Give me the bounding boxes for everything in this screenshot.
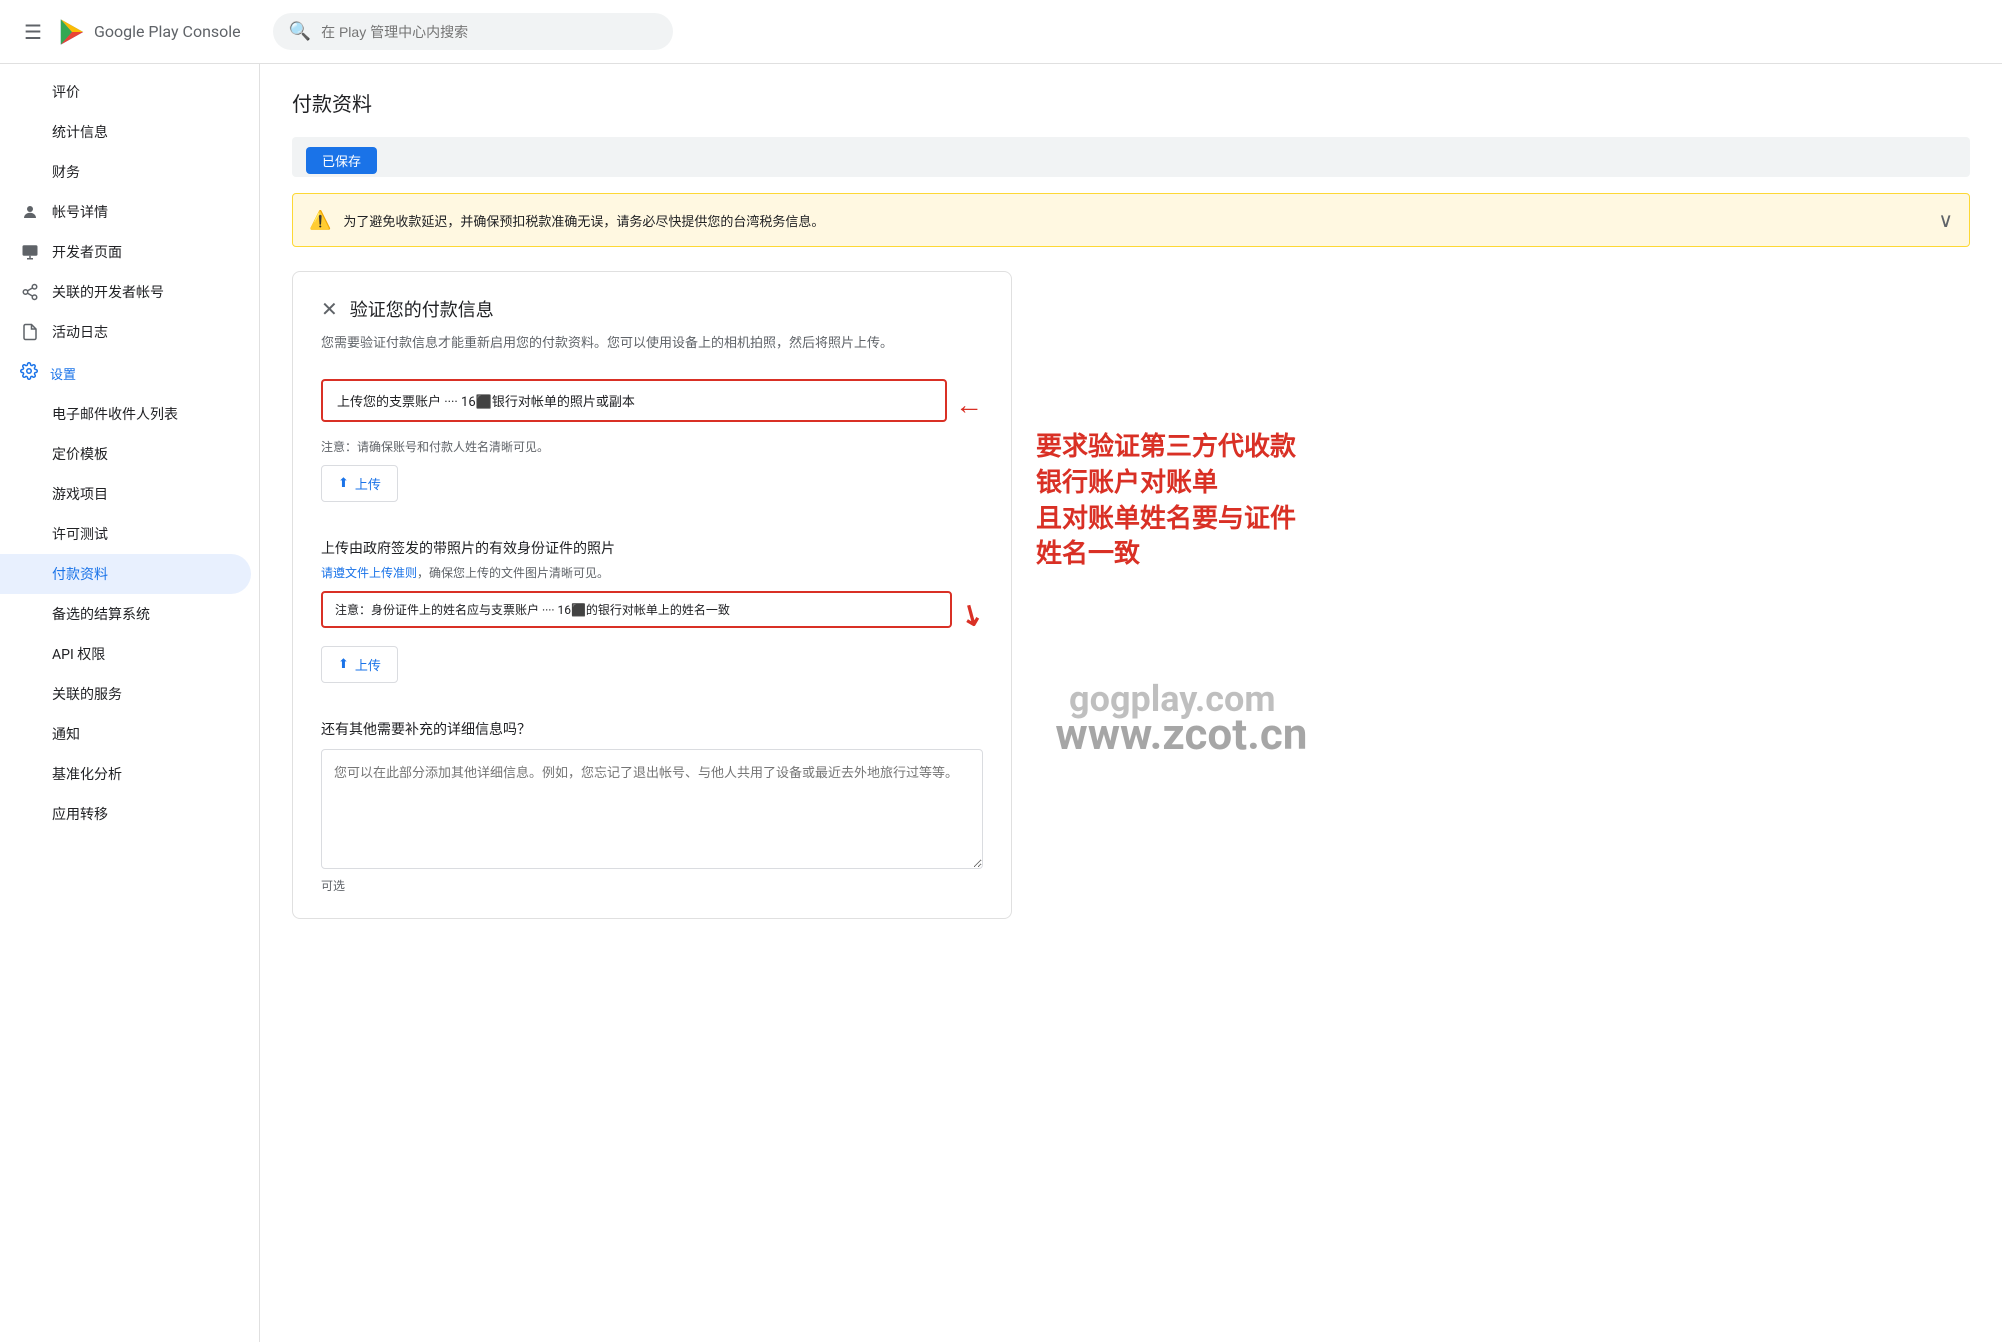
sidebar-item-account[interactable]: 帐号详情 xyxy=(0,192,251,232)
sidebar-item-transfer[interactable]: 应用转移 xyxy=(0,794,251,834)
sidebar-item-label: 关联的服务 xyxy=(52,684,122,704)
sidebar-item-email-list[interactable]: 电子邮件收件人列表 xyxy=(0,394,251,434)
sidebar-item-label: 付款资料 xyxy=(52,564,108,584)
upload-section-2: 上传由政府签发的带照片的有效身份证件的照片 请遵文件上传准则，确保您上传的文件图… xyxy=(321,538,983,699)
id-guideline-note: 请遵文件上传准则，确保您上传的文件图片清晰可见。 xyxy=(321,564,983,581)
additional-textarea[interactable] xyxy=(321,749,983,869)
sidebar-item-label: 关联的开发者帐号 xyxy=(52,282,164,302)
sidebar-item-label: 评价 xyxy=(52,82,80,102)
sidebar-item-label: 电子邮件收件人列表 xyxy=(52,404,178,424)
sidebar-item-billing[interactable]: 备选的结算系统 xyxy=(0,594,251,634)
logo-text: Google Play Console xyxy=(94,22,241,41)
sidebar: 评价 统计信息 财务 帐号详情 开发者页面 关联的开发者帐号 xyxy=(0,64,260,1342)
settings-label: 设置 xyxy=(50,364,76,383)
finance-icon xyxy=(20,162,40,182)
sidebar-item-review[interactable]: 评价 xyxy=(0,72,251,112)
bank-note: 注意：请确保账号和付款人姓名清晰可见。 xyxy=(321,438,983,455)
note-after-link: ，确保您上传的文件图片清晰可见。 xyxy=(417,566,609,580)
sidebar-item-label: 财务 xyxy=(52,162,80,182)
scrolled-content: 已保存 xyxy=(292,137,1970,177)
sidebar-item-actlog[interactable]: 活动日志 xyxy=(0,312,251,352)
settings-icon xyxy=(20,362,38,384)
page-title: 付款资料 xyxy=(292,88,1970,117)
sidebar-item-game[interactable]: 游戏项目 xyxy=(0,474,251,514)
search-input[interactable] xyxy=(321,24,657,40)
search-icon: 🔍 xyxy=(289,21,311,42)
sidebar-item-linkeddev[interactable]: 关联的开发者帐号 xyxy=(0,272,251,312)
upload-box-row: 上传您的支票账户 ···· 16⬛银行对帐单的照片或副本 ← xyxy=(321,379,983,430)
sidebar-item-stats[interactable]: 统计信息 xyxy=(0,112,251,152)
sidebar-item-notify[interactable]: 通知 xyxy=(0,714,251,754)
verify-desc: 您需要验证付款信息才能重新启用您的付款资料。您可以使用设备上的相机拍照，然后将照… xyxy=(321,334,983,355)
verify-section: ✕ 验证您的付款信息 您需要验证付款信息才能重新启用您的付款资料。您可以使用设备… xyxy=(292,271,1970,943)
additional-section: 还有其他需要补充的详细信息吗？ 可选 xyxy=(321,719,983,894)
verify-card: ✕ 验证您的付款信息 您需要验证付款信息才能重新启用您的付款资料。您可以使用设备… xyxy=(292,271,1012,919)
sidebar-item-label: 基准化分析 xyxy=(52,764,122,784)
main-content: 付款资料 已保存 ⚠️ 为了避免收款延迟，并确保预扣税款准确无误，请务必尽快提供… xyxy=(260,64,2002,967)
sidebar-item-label: 许可测试 xyxy=(52,524,108,544)
close-icon[interactable]: ✕ xyxy=(321,297,338,321)
expand-icon[interactable]: ∨ xyxy=(1938,208,1953,232)
annotation-line2: 银行账户对账单 xyxy=(1036,467,1296,501)
sidebar-item-devpage[interactable]: 开发者页面 xyxy=(0,232,251,272)
upload-section-1: 上传您的支票账户 ···· 16⬛银行对帐单的照片或副本 ← 注意：请确保账号和… xyxy=(321,379,983,518)
id-section-title: 上传由政府签发的带照片的有效身份证件的照片 xyxy=(321,538,983,558)
sidebar-item-linked-services[interactable]: 关联的服务 xyxy=(0,674,251,714)
review-icon xyxy=(20,82,40,102)
optional-label: 可选 xyxy=(321,877,983,894)
google-play-logo xyxy=(58,18,86,46)
arrow-down-right-icon: ↘ xyxy=(953,594,990,634)
arrow-right-icon: ← xyxy=(955,388,983,421)
upload-icon-2: ⬆ xyxy=(338,656,349,672)
main-wrapper: gogplay.com www.zcot.cn 付款资料 已保存 ⚠️ 为了避免… xyxy=(260,64,2002,1342)
sidebar-item-label: 帐号详情 xyxy=(52,202,108,222)
sidebar-item-label: 游戏项目 xyxy=(52,484,108,504)
annotation-line3: 且对账单姓名要与证件 xyxy=(1036,503,1296,537)
upload-id-button[interactable]: ⬆ 上传 xyxy=(321,646,398,683)
additional-label: 还有其他需要补充的详细信息吗？ xyxy=(321,719,983,739)
sidebar-item-payment[interactable]: 付款资料 xyxy=(0,554,251,594)
sidebar-item-pricing[interactable]: 定价模板 xyxy=(0,434,251,474)
sidebar-item-label: 备选的结算系统 xyxy=(52,604,150,624)
sidebar-item-label: API 权限 xyxy=(52,644,105,664)
annotation-line4: 姓名一致 xyxy=(1036,538,1296,572)
body-layout: 评价 统计信息 财务 帐号详情 开发者页面 关联的开发者帐号 xyxy=(0,64,2002,1342)
sidebar-item-label: 通知 xyxy=(52,724,80,744)
upload-btn-label: 上传 xyxy=(355,474,381,493)
bank-statement-upload-box: 上传您的支票账户 ···· 16⬛银行对帐单的照片或副本 xyxy=(321,379,947,422)
warning-icon: ⚠️ xyxy=(309,210,331,231)
actlog-icon xyxy=(20,322,40,342)
logo-area: Google Play Console xyxy=(58,18,241,46)
menu-icon[interactable]: ☰ xyxy=(16,12,50,52)
upload-id-btn-label: 上传 xyxy=(355,655,381,674)
upload-icon: ⬆ xyxy=(338,475,349,491)
sidebar-item-label: 开发者页面 xyxy=(52,242,122,262)
warning-banner: ⚠️ 为了避免收款延迟，并确保预扣税款准确无误，请务必尽快提供您的台湾税务信息。… xyxy=(292,193,1970,247)
sidebar-item-license[interactable]: 许可测试 xyxy=(0,514,251,554)
stats-icon xyxy=(20,122,40,142)
id-note-red: 注意：身份证件上的姓名应与支票账户 ···· 16⬛的银行对帐单上的姓名一致 xyxy=(321,591,952,628)
sidebar-item-api[interactable]: API 权限 xyxy=(0,634,251,674)
annotation-panel: 要求验证第三方代收款 银行账户对账单 且对账单姓名要与证件 姓名一致 xyxy=(1036,271,1296,572)
top-header: ☰ Google Play Console 🔍 xyxy=(0,0,2002,64)
sidebar-item-finance[interactable]: 财务 xyxy=(0,152,251,192)
upload-bank-button[interactable]: ⬆ 上传 xyxy=(321,465,398,502)
warning-text: 为了避免收款延迟，并确保预扣税款准确无误，请务必尽快提供您的台湾税务信息。 xyxy=(343,211,1926,230)
settings-section[interactable]: 设置 xyxy=(0,352,259,394)
upload-box-text: 上传您的支票账户 ···· 16⬛银行对帐单的照片或副本 xyxy=(337,395,635,410)
sidebar-item-label: 统计信息 xyxy=(52,122,108,142)
linkeddev-icon xyxy=(20,282,40,302)
sidebar-item-label: 定价模板 xyxy=(52,444,108,464)
devpage-icon xyxy=(20,242,40,262)
sidebar-item-label: 应用转移 xyxy=(52,804,108,824)
verify-card-header: ✕ 验证您的付款信息 xyxy=(321,296,983,322)
search-bar[interactable]: 🔍 xyxy=(273,13,673,50)
sidebar-item-analytics[interactable]: 基准化分析 xyxy=(0,754,251,794)
annotation-line1: 要求验证第三方代收款 xyxy=(1036,431,1296,465)
verify-title: 验证您的付款信息 xyxy=(350,296,494,322)
account-icon xyxy=(20,202,40,222)
id-note-row: 注意：身份证件上的姓名应与支票账户 ···· 16⬛的银行对帐单上的姓名一致 ↘ xyxy=(321,591,983,638)
guideline-link[interactable]: 请遵文件上传准则 xyxy=(321,566,417,580)
sidebar-item-label: 活动日志 xyxy=(52,322,108,342)
